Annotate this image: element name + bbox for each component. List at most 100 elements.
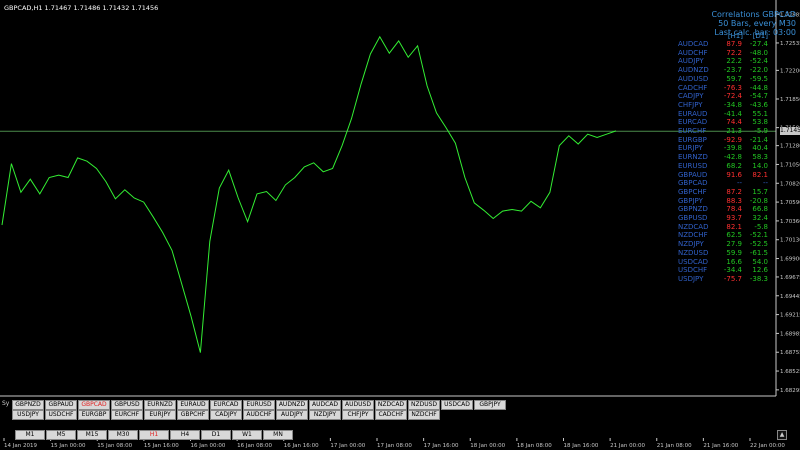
symbol-button[interactable]: AUDCHF bbox=[243, 410, 275, 420]
time-axis-label: 15 Jan 16:00 bbox=[144, 443, 179, 449]
time-axis-label: 15 Jan 00:00 bbox=[51, 443, 86, 449]
symbol-button[interactable]: GBPUSD bbox=[111, 400, 143, 410]
symbol-button[interactable]: GBPCHF bbox=[177, 410, 209, 420]
correlation-row: EURUSD 68.2 14.0 bbox=[678, 162, 768, 171]
correlation-row: AUDUSD 59.7 -59.5 bbox=[678, 75, 768, 84]
symbol-button[interactable]: NZDJPY bbox=[309, 410, 341, 420]
correlation-d1-value: -52.5 bbox=[749, 240, 768, 249]
symbol-button[interactable]: EURGBP bbox=[78, 410, 110, 420]
timeframe-button[interactable]: M30 bbox=[108, 430, 138, 440]
timeframe-button[interactable]: M1 bbox=[15, 430, 45, 440]
correlation-h1-value: 59.9 bbox=[726, 248, 742, 257]
correlation-row: GBPUSD 93.7 32.4 bbox=[678, 214, 768, 223]
correlation-d1-value: 54.0 bbox=[752, 257, 768, 266]
correlation-d1-value: -27.4 bbox=[749, 40, 768, 48]
symbol-button[interactable]: USDCAD bbox=[441, 400, 473, 410]
timeframe-button[interactable]: M5 bbox=[46, 430, 76, 440]
correlation-row: GBPNZD 78.4 66.8 bbox=[678, 205, 768, 214]
symbol-button[interactable]: EURNZD bbox=[144, 400, 176, 410]
symbol-button[interactable]: EURCHF bbox=[111, 410, 143, 420]
timeframe-button[interactable]: H1 bbox=[139, 430, 169, 440]
correlation-row: AUDCHF 72.2 -48.0 bbox=[678, 49, 768, 58]
timeframe-button[interactable]: D1 bbox=[201, 430, 231, 440]
correlation-symbol: AUDCAD bbox=[678, 40, 709, 48]
correlation-symbol: EURCHF bbox=[678, 127, 707, 136]
time-axis-label: 16 Jan 16:00 bbox=[284, 443, 319, 449]
symbol-button[interactable]: EURUSD bbox=[243, 400, 275, 410]
correlation-d1-value: -38.3 bbox=[749, 274, 768, 283]
correlation-h1-value: 87.2 bbox=[726, 187, 742, 196]
time-axis-label: 17 Jan 16:00 bbox=[424, 443, 459, 449]
symbol-button[interactable]: GBPCAD bbox=[78, 400, 110, 410]
price-axis-label: 1.71850 bbox=[780, 97, 800, 103]
correlation-d1-value: -54.7 bbox=[749, 92, 768, 101]
correlation-d1-value: 40.4 bbox=[752, 144, 768, 153]
symbol-button[interactable]: AUDUSD bbox=[342, 400, 374, 410]
symbol-button[interactable]: GBPAUD bbox=[45, 400, 77, 410]
symbol-button[interactable]: AUDJPY bbox=[276, 410, 308, 420]
correlation-row: NZDUSD 59.9 -61.5 bbox=[678, 249, 768, 258]
correlation-symbol: GBPCAD bbox=[678, 179, 708, 188]
correlation-d1-value: -44.8 bbox=[749, 83, 768, 92]
correlation-h1-value: -42.8 bbox=[723, 153, 742, 162]
correlation-h1-value: 16.6 bbox=[726, 257, 742, 266]
up-arrow-icon[interactable]: ▲ bbox=[777, 430, 787, 440]
correlation-row: USDJPY -75.7 -38.3 bbox=[678, 275, 768, 284]
symbol-button[interactable]: CADJPY bbox=[210, 410, 242, 420]
correlation-symbol: EURUSD bbox=[678, 161, 708, 170]
symbol-button[interactable]: NZDCHF bbox=[408, 410, 440, 420]
correlation-symbol: NZDCHF bbox=[678, 231, 708, 240]
correlation-title: Correlations GBPCAD bbox=[711, 10, 796, 19]
correlation-d1-value: -48.0 bbox=[749, 48, 768, 57]
correlation-row: GBPCHF 87.2 15.7 bbox=[678, 188, 768, 197]
symbol-button[interactable]: AUDCAD bbox=[309, 400, 341, 410]
symbol-button[interactable]: CHFJPY bbox=[342, 410, 374, 420]
correlation-row: GBPCAD -- -- bbox=[678, 179, 768, 188]
symbol-buttons-row-1: GBPNZD GBPAUD GBPCAD GBPUSD EURNZD EURAUD EURC… bbox=[12, 400, 506, 410]
correlation-h1-value: 88.3 bbox=[726, 196, 742, 205]
correlation-row: CHFJPY -34.8 -43.6 bbox=[678, 101, 768, 110]
correlation-d1-value: 14.0 bbox=[752, 161, 768, 170]
correlation-d1-value: -52.1 bbox=[749, 231, 768, 240]
timeframe-button[interactable]: W1 bbox=[232, 430, 262, 440]
current-price-tag: 1.71456 bbox=[780, 127, 800, 136]
correlation-d1-value: 55.1 bbox=[752, 109, 768, 118]
timeframe-button[interactable]: M15 bbox=[77, 430, 107, 440]
correlation-h1-value: 87.9 bbox=[726, 40, 742, 48]
symbol-button[interactable]: USDJPY bbox=[12, 410, 44, 420]
price-axis-label: 1.68755 bbox=[780, 350, 800, 356]
symbol-button[interactable]: GBPJPY bbox=[474, 400, 506, 410]
correlation-row: EURNZD -42.8 58.3 bbox=[678, 153, 768, 162]
correlation-d1-value: 12.6 bbox=[752, 266, 768, 275]
correlation-d1-value: 66.8 bbox=[752, 205, 768, 214]
price-axis-label: 1.68295 bbox=[780, 388, 800, 394]
symbol-button[interactable]: USDCHF bbox=[45, 410, 77, 420]
symbol-button[interactable]: EURCAD bbox=[210, 400, 242, 410]
symbol-button[interactable]: EURJPY bbox=[144, 410, 176, 420]
time-axis-label: 22 Jan 00:00 bbox=[750, 443, 785, 449]
correlation-symbol: CADJPY bbox=[678, 92, 704, 101]
correlation-h1-value: 82.1 bbox=[726, 222, 742, 231]
correlation-h1-value: 72.2 bbox=[726, 48, 742, 57]
symbol-button[interactable]: CADCHF bbox=[375, 410, 407, 420]
correlation-symbol: EURCAD bbox=[678, 118, 708, 127]
correlation-symbol: GBPCHF bbox=[678, 187, 707, 196]
correlation-symbol: AUDCHF bbox=[678, 48, 708, 57]
correlation-h1-value: 93.7 bbox=[726, 214, 742, 223]
symbol-button[interactable]: GBPNZD bbox=[12, 400, 44, 410]
col-h1-header: [H1] bbox=[727, 32, 743, 40]
correlation-row: GBPAUD 91.6 82.1 bbox=[678, 171, 768, 180]
symbol-button[interactable]: EURAUD bbox=[177, 400, 209, 410]
correlation-row: EURCAD 74.4 53.8 bbox=[678, 118, 768, 127]
correlation-symbol: EURJPY bbox=[678, 144, 703, 153]
correlation-d1-value: 15.7 bbox=[752, 187, 768, 196]
timeframe-button[interactable]: H4 bbox=[170, 430, 200, 440]
symbol-button[interactable]: AUDNZD bbox=[276, 400, 308, 410]
symbol-button[interactable]: NZDUSD bbox=[408, 400, 440, 410]
correlation-row: CADCHF -76.3 -44.8 bbox=[678, 84, 768, 93]
symbol-button[interactable]: NZDCAD bbox=[375, 400, 407, 410]
correlation-row: AUDCAD 87.9 -27.4 bbox=[678, 40, 768, 49]
timeframe-button[interactable]: MN bbox=[263, 430, 293, 440]
correlation-symbol: EURNZD bbox=[678, 153, 708, 162]
price-axis: 1.728851.725351.722001.718501.715001.712… bbox=[776, 12, 800, 394]
